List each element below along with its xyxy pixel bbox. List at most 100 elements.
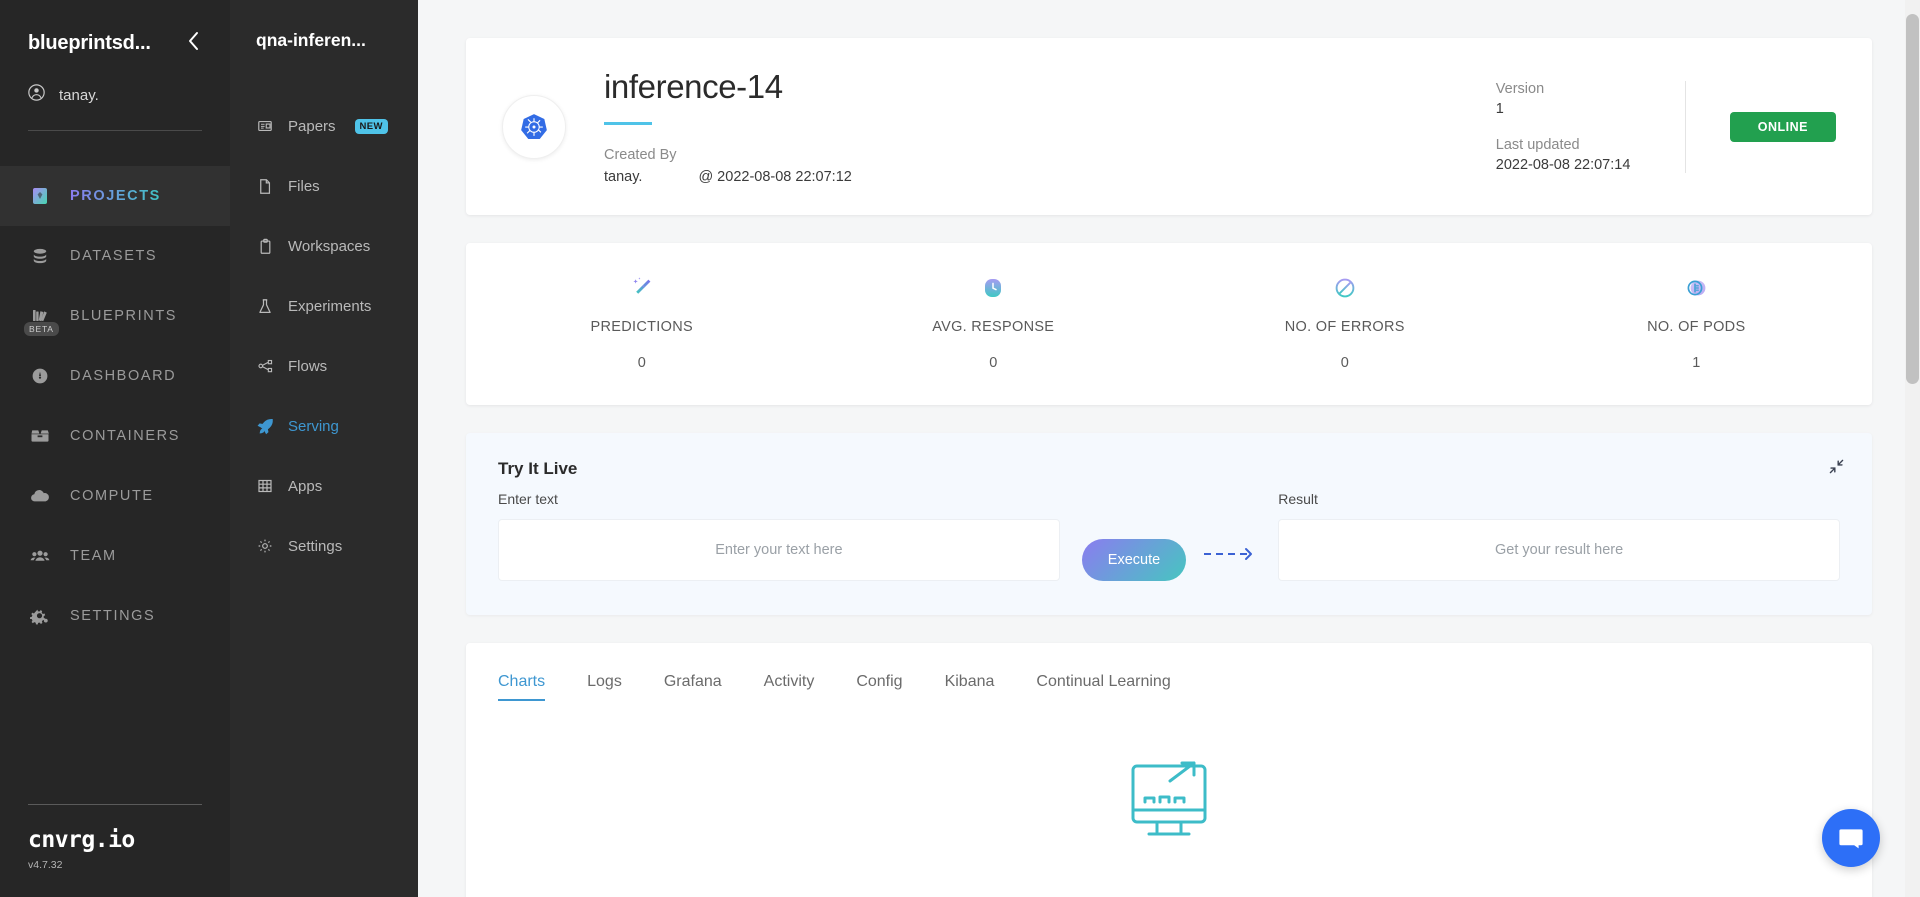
main-content: inference-14 Created By tanay. @ 2022-08… <box>418 0 1920 897</box>
secondary-sidebar: qna-inferen... Papers NEW Files Workspac… <box>230 0 418 897</box>
charts-empty-state <box>498 702 1840 853</box>
flows-icon <box>256 358 274 374</box>
metric-label: NO. OF PODS <box>1647 319 1746 335</box>
sidebar-item-flows[interactable]: Flows <box>230 336 418 396</box>
try-it-live-card: Try It Live Enter text Enter your text h… <box>466 433 1872 615</box>
metric-errors: NO. OF ERRORS 0 <box>1169 273 1521 371</box>
sidebar-item-label: Settings <box>288 537 343 555</box>
sidebar-item-settings[interactable]: Settings <box>230 516 418 576</box>
result-label: Result <box>1278 491 1318 507</box>
version-value: 1 <box>1495 100 1504 117</box>
ban-icon <box>1333 273 1357 303</box>
sidebar-item-label: DASHBOARD <box>70 368 177 384</box>
rocket-icon <box>256 418 274 435</box>
shrink-arrows-icon[interactable] <box>1829 459 1844 479</box>
monitor-chart-icon <box>1119 748 1219 853</box>
sidebar-item-label: CONTAINERS <box>70 428 180 444</box>
flask-icon <box>256 298 274 315</box>
chevron-left-icon[interactable] <box>186 30 202 56</box>
scrollbar-thumb[interactable] <box>1906 14 1919 384</box>
sidebar-footer: cnvrg.io v4.7.32 <box>0 804 230 897</box>
sidebar-item-compute[interactable]: COMPUTE <box>0 466 230 526</box>
intercom-chat-icon[interactable] <box>1822 809 1880 867</box>
tab-kibana[interactable]: Kibana <box>945 673 995 701</box>
magic-wand-icon <box>629 273 655 303</box>
sidebar-item-apps[interactable]: Apps <box>230 456 418 516</box>
pods-icon <box>1684 273 1708 303</box>
try-it-live-title: Try It Live <box>498 459 578 478</box>
sidebar-item-workspaces[interactable]: Workspaces <box>230 216 418 276</box>
sidebar-item-label: Apps <box>288 477 323 495</box>
sidebar-item-label: Workspaces <box>288 237 371 255</box>
grid-icon <box>256 478 274 494</box>
metric-label: NO. OF ERRORS <box>1284 319 1405 335</box>
result-placeholder: Get your result here <box>1495 542 1624 558</box>
papers-icon <box>256 118 274 134</box>
sidebar-item-label: BLUEPRINTS <box>70 308 178 324</box>
sidebar-item-label: TEAM <box>70 548 117 564</box>
metric-value: 0 <box>1340 355 1349 371</box>
gear-icon <box>256 538 274 554</box>
clipboard-icon <box>256 238 274 255</box>
sidebar-item-dashboard[interactable]: DASHBOARD <box>0 346 230 406</box>
metric-pods: NO. OF PODS 1 <box>1521 273 1873 371</box>
result-output-box[interactable]: Get your result here <box>1278 519 1840 581</box>
tab-continual-learning[interactable]: Continual Learning <box>1036 673 1170 701</box>
tab-logs[interactable]: Logs <box>587 673 622 701</box>
sidebar-item-containers[interactable]: CONTAINERS <box>0 406 230 466</box>
status-badge: ONLINE <box>1729 111 1836 142</box>
sidebar-item-papers[interactable]: Papers NEW <box>230 96 418 156</box>
created-by-user: tanay. <box>604 169 643 185</box>
metric-label: AVG. RESPONSE <box>932 319 1055 335</box>
title-underline <box>604 122 652 125</box>
project-title: qna-inferen... <box>256 30 366 50</box>
last-updated-label: Last updated <box>1495 136 1580 153</box>
result-column: Result Get your result here <box>1278 491 1840 581</box>
metric-predictions: PREDICTIONS 0 <box>466 273 818 371</box>
sidebar-item-label: Flows <box>288 357 328 375</box>
organization-name: blueprintsd... <box>28 31 151 54</box>
sidebar-item-files[interactable]: Files <box>230 156 418 216</box>
sidebar-item-label: Papers <box>288 117 336 135</box>
brand-logo: cnvrg.io <box>28 827 135 853</box>
sidebar-user-name: tanay. <box>59 86 99 104</box>
input-column: Enter text Enter your text here <box>498 491 1060 581</box>
sidebar-item-label: Files <box>288 177 320 195</box>
user-circle-icon <box>28 84 45 106</box>
tab-grafana[interactable]: Grafana <box>664 673 722 701</box>
sidebar-item-label: SETTINGS <box>70 608 156 624</box>
metric-label: PREDICTIONS <box>590 319 693 335</box>
datasets-icon <box>28 246 52 266</box>
tab-activity[interactable]: Activity <box>764 673 815 701</box>
text-input-box[interactable]: Enter your text here <box>498 519 1060 581</box>
created-at-timestamp: @ 2022-08-08 22:07:12 <box>698 169 852 185</box>
sidebar-item-projects[interactable]: PROJECTS <box>0 166 230 226</box>
projects-icon <box>28 186 52 206</box>
file-icon <box>256 178 274 195</box>
sidebar-item-label: DATASETS <box>70 248 158 264</box>
page-scrollbar[interactable] <box>1905 0 1920 897</box>
metric-value: 0 <box>637 355 646 371</box>
sidebar-org-section: blueprintsd... tanay. <box>0 0 230 160</box>
sidebar-item-experiments[interactable]: Experiments <box>230 276 418 336</box>
metrics-card: PREDICTIONS 0 AVG. RESPONSE 0 NO. OF ERR… <box>466 243 1872 405</box>
tab-config[interactable]: Config <box>856 673 902 701</box>
sidebar-item-datasets[interactable]: DATASETS <box>0 226 230 286</box>
app-version: v4.7.32 <box>28 859 63 871</box>
compute-icon <box>28 486 52 506</box>
endpoint-status-block: Version 1 Last updated 2022-08-08 22:07:… <box>1495 80 1836 173</box>
sidebar-item-serving[interactable]: Serving <box>230 396 418 456</box>
sidebar-item-blueprints[interactable]: BETA BLUEPRINTS <box>0 286 230 346</box>
new-badge: NEW <box>354 118 388 134</box>
sidebar-item-settings[interactable]: SETTINGS <box>0 586 230 646</box>
try-it-live-body: Enter text Enter your text here Execute … <box>498 491 1840 581</box>
execute-button[interactable]: Execute <box>1081 539 1187 581</box>
tab-charts[interactable]: Charts <box>498 673 546 701</box>
sidebar-user[interactable]: tanay. <box>28 84 202 106</box>
metric-value: 0 <box>989 355 998 371</box>
created-by-label: Created By <box>604 147 677 163</box>
dashboard-icon <box>28 366 52 386</box>
page-title: inference-14 <box>604 68 783 105</box>
sidebar-item-team[interactable]: TEAM <box>0 526 230 586</box>
tab-bar: Charts Logs Grafana Activity Config Kiba… <box>498 673 1840 702</box>
